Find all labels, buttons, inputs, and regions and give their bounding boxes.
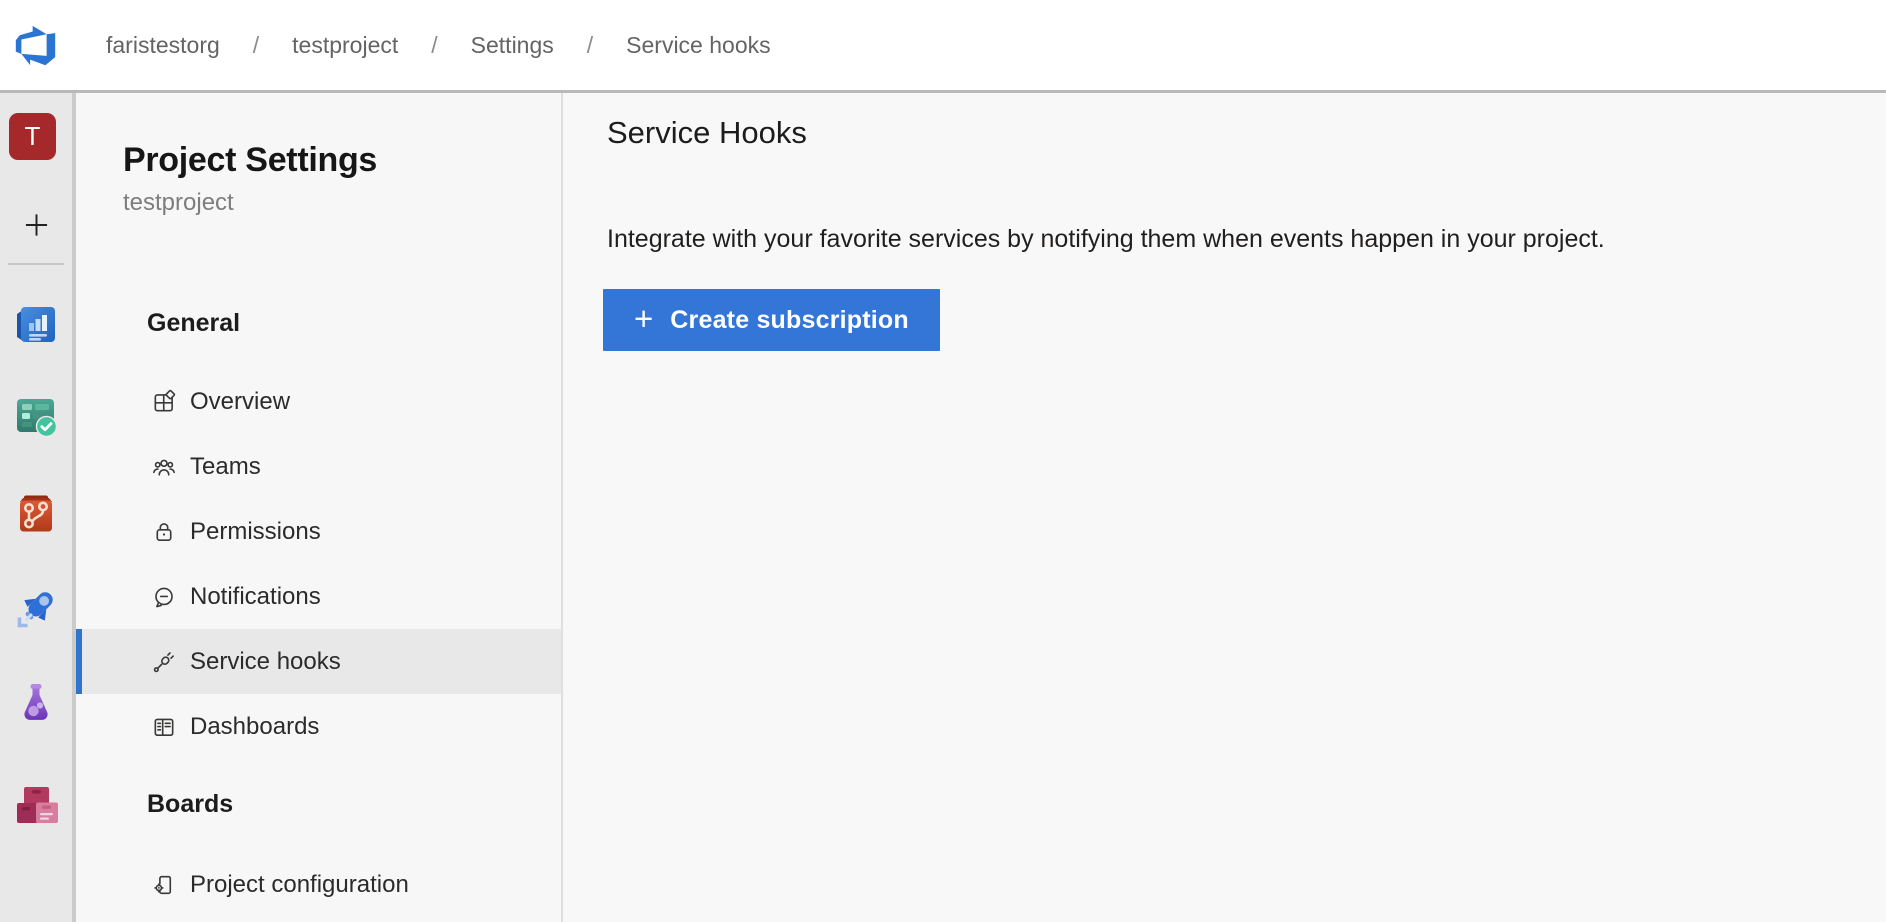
rail-item-overview[interactable] xyxy=(0,299,72,347)
sidebar-item-project-configuration[interactable]: Project configuration xyxy=(76,852,561,917)
rail-item-pipelines[interactable] xyxy=(0,585,72,633)
sidebar-item-label: Project configuration xyxy=(190,871,409,899)
create-subscription-label: Create subscription xyxy=(670,306,909,335)
section-header-boards: Boards xyxy=(147,790,233,819)
sidebar-item-label: Dashboards xyxy=(190,713,319,741)
sidebar-item-notifications[interactable]: Notifications xyxy=(76,564,561,629)
section-header-general: General xyxy=(147,309,240,338)
sidebar-item-label: Overview xyxy=(190,388,290,416)
breadcrumb-separator: / xyxy=(587,32,593,59)
sidebar-item-teams[interactable]: Teams xyxy=(76,434,561,499)
teams-icon xyxy=(151,454,177,480)
breadcrumb-separator: / xyxy=(431,32,437,59)
page-title: Service Hooks xyxy=(607,115,807,151)
breadcrumb-separator: / xyxy=(253,32,259,59)
plus-icon xyxy=(24,212,49,238)
sidebar-item-label: Service hooks xyxy=(190,648,341,676)
comment-icon xyxy=(151,584,177,610)
breadcrumb-org[interactable]: faristestorg xyxy=(106,32,220,59)
document-gear-icon xyxy=(151,872,177,898)
plug-icon xyxy=(151,649,177,675)
breadcrumb-project[interactable]: testproject xyxy=(292,32,398,59)
selected-indicator xyxy=(76,629,82,694)
boards-icon xyxy=(12,392,60,440)
dashboard-icon xyxy=(151,714,177,740)
project-avatar[interactable]: T xyxy=(9,113,56,160)
settings-sidebar: Project Settings testproject General Ove… xyxy=(76,93,563,922)
overview-grid-icon xyxy=(151,389,177,415)
page-description: Integrate with your favorite services by… xyxy=(607,225,1605,254)
pipelines-icon xyxy=(12,585,60,633)
azure-devops-logo-icon[interactable] xyxy=(13,23,58,68)
overview-icon xyxy=(12,299,60,347)
plus-icon: + xyxy=(634,300,653,338)
lock-icon xyxy=(151,519,177,545)
create-subscription-button[interactable]: + Create subscription xyxy=(603,289,940,351)
sidebar-title: Project Settings xyxy=(123,141,377,180)
rail-item-boards[interactable] xyxy=(0,392,72,440)
sidebar-item-dashboards[interactable]: Dashboards xyxy=(76,694,561,759)
rail-item-artifacts[interactable] xyxy=(0,781,72,829)
artifacts-icon xyxy=(12,781,60,829)
add-button[interactable] xyxy=(0,212,72,238)
breadcrumb-settings[interactable]: Settings xyxy=(471,32,554,59)
sidebar-item-service-hooks[interactable]: Service hooks xyxy=(76,629,561,694)
sidebar-item-label: Notifications xyxy=(190,583,321,611)
sidebar-subtitle: testproject xyxy=(123,189,234,217)
sidebar-item-label: Permissions xyxy=(190,518,321,546)
repos-icon xyxy=(12,491,60,539)
main-content: Service Hooks Integrate with your favori… xyxy=(565,93,1886,922)
top-bar: faristestorg / testproject / Settings / … xyxy=(0,0,1886,93)
breadcrumb-service-hooks[interactable]: Service hooks xyxy=(626,32,770,59)
breadcrumb: faristestorg / testproject / Settings / … xyxy=(106,32,771,59)
test-plans-icon xyxy=(12,680,60,728)
left-rail: T xyxy=(0,93,76,922)
rail-item-test-plans[interactable] xyxy=(0,680,72,728)
rail-item-repos[interactable] xyxy=(0,491,72,539)
sidebar-item-overview[interactable]: Overview xyxy=(76,369,561,434)
rail-divider xyxy=(8,263,64,265)
sidebar-item-permissions[interactable]: Permissions xyxy=(76,499,561,564)
sidebar-item-label: Teams xyxy=(190,453,261,481)
